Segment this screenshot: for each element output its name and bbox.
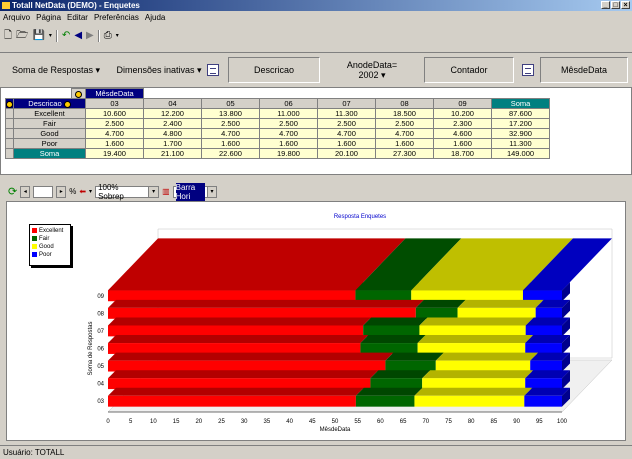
x-tick-label: 20 xyxy=(195,419,202,425)
category-tick-label: 03 xyxy=(97,399,104,405)
bar-segment xyxy=(355,290,412,302)
bar-top-face xyxy=(108,352,394,361)
x-tick-label: 10 xyxy=(150,419,157,425)
bar-segment xyxy=(108,325,364,337)
x-tick-label: 85 xyxy=(491,419,498,425)
x-tick-label: 60 xyxy=(377,419,384,425)
y-axis-label: Soma de Respostas xyxy=(88,321,94,375)
bar-segment xyxy=(415,307,458,319)
bar-segment xyxy=(355,395,415,407)
bar-segment xyxy=(530,360,562,372)
x-tick-label: 50 xyxy=(332,419,339,425)
bar-top-face xyxy=(355,387,423,396)
bar-segment xyxy=(414,395,525,407)
stacked-bar-chart: Resposta Enquetes090807060504030 5 10 15 20 2… xyxy=(88,214,613,433)
bar-top-face xyxy=(419,317,534,326)
x-tick-label: 35 xyxy=(264,419,271,425)
legend-item: Excellent xyxy=(32,227,68,235)
bar-top-face xyxy=(108,317,372,326)
category-tick-label: 06 xyxy=(97,347,104,353)
bar-top-face xyxy=(385,352,444,361)
x-tick-label: 100 xyxy=(557,419,568,425)
bar-segment xyxy=(435,360,531,372)
bar-segment xyxy=(525,325,562,337)
x-tick-label: 55 xyxy=(354,419,361,425)
bar-segment xyxy=(363,325,420,337)
x-tick-label: 5 xyxy=(129,419,133,425)
x-tick-label: 70 xyxy=(422,419,429,425)
bar-segment xyxy=(524,395,562,407)
bar-top-face xyxy=(108,387,364,396)
bar-top-face xyxy=(370,370,431,379)
bar-segment xyxy=(525,343,562,354)
bar-segment xyxy=(108,290,356,302)
x-tick-label: 65 xyxy=(400,419,407,425)
x-tick-label: 75 xyxy=(445,419,452,425)
x-tick-label: 45 xyxy=(309,419,316,425)
category-tick-label: 09 xyxy=(97,294,104,300)
bar-segment xyxy=(360,343,418,354)
bar-top-face xyxy=(108,299,424,308)
bar-segment xyxy=(108,307,416,319)
legend-item: Fair xyxy=(32,235,68,243)
bar-top-slab xyxy=(108,238,406,291)
bar-segment xyxy=(417,343,526,354)
bar-segment xyxy=(108,360,386,372)
legend-swatch xyxy=(32,235,37,241)
bar-top-face xyxy=(363,317,428,326)
x-tick-label: 0 xyxy=(106,419,110,425)
legend-item: Poor xyxy=(32,251,68,259)
bar-top-face xyxy=(435,352,539,361)
x-tick-label: 25 xyxy=(218,419,225,425)
bar-segment xyxy=(385,360,436,372)
bar-top-face xyxy=(524,387,570,396)
legend-label: Fair xyxy=(39,236,50,242)
bar-segment xyxy=(411,290,523,302)
bar-segment xyxy=(525,378,562,390)
bar-segment xyxy=(108,395,356,407)
legend-swatch xyxy=(32,243,37,249)
bar-top-face xyxy=(422,370,534,379)
legend-label: Good xyxy=(39,244,54,250)
bar-top-face xyxy=(414,387,533,396)
legend-label: Excellent xyxy=(39,228,64,234)
x-axis-label: MêsdeData xyxy=(320,427,351,433)
legend-swatch xyxy=(32,227,37,233)
bar-top-face xyxy=(360,335,426,344)
bar-top-face xyxy=(415,299,466,308)
bar-top-face xyxy=(457,299,544,308)
status-bar: Usuário: TOTALL xyxy=(0,445,632,458)
x-tick-label: 80 xyxy=(468,419,475,425)
chart-legend: Excellent Fair Good Poor xyxy=(29,224,71,266)
category-tick-label: 04 xyxy=(97,382,104,388)
x-tick-label: 90 xyxy=(513,419,520,425)
bar-segment xyxy=(422,378,526,390)
bar-segment xyxy=(108,378,371,390)
x-tick-label: 30 xyxy=(241,419,248,425)
bar-segment xyxy=(457,307,536,319)
bar-segment xyxy=(522,290,562,302)
category-tick-label: 07 xyxy=(97,329,104,335)
x-tick-label: 95 xyxy=(536,419,543,425)
bar-segment xyxy=(419,325,526,337)
legend-label: Poor xyxy=(39,252,52,258)
chart-title: Resposta Enquetes xyxy=(334,214,386,220)
bar-segment xyxy=(535,307,562,319)
category-tick-label: 08 xyxy=(97,311,104,317)
bar-segment xyxy=(370,378,423,390)
x-tick-label: 40 xyxy=(286,419,293,425)
legend-item: Good xyxy=(32,243,68,251)
status-user: Usuário: TOTALL xyxy=(3,448,65,457)
category-tick-label: 05 xyxy=(97,364,104,370)
bar-segment xyxy=(108,343,361,354)
x-tick-label: 15 xyxy=(173,419,180,425)
bar-top-face xyxy=(417,335,534,344)
bar-top-face xyxy=(108,335,369,344)
legend-swatch xyxy=(32,251,37,257)
bar-top-face xyxy=(108,370,379,379)
